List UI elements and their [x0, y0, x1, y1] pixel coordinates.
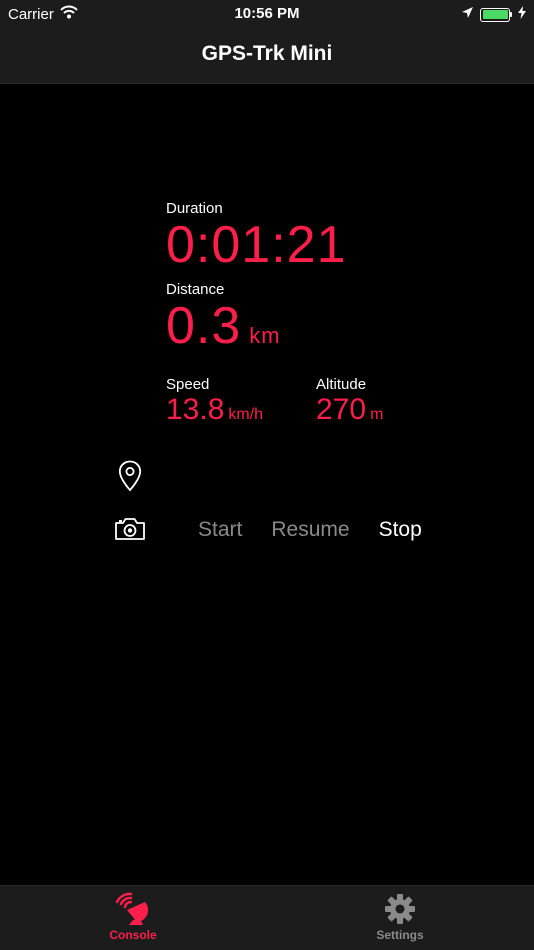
- altitude-value: 270: [316, 393, 367, 426]
- altitude-readout: 270 m: [316, 393, 466, 432]
- status-time: 10:56 PM: [234, 5, 300, 22]
- location-arrow-icon: [461, 6, 474, 23]
- battery-icon: [480, 7, 512, 22]
- altitude-block: Altitude 270 m: [316, 376, 466, 432]
- navigation-bar: GPS-Trk Mini: [0, 28, 534, 84]
- distance-label: Distance: [166, 281, 225, 298]
- resume-button[interactable]: Resume: [271, 518, 349, 542]
- start-button[interactable]: Start: [198, 518, 242, 542]
- altitude-label: Altitude: [316, 376, 367, 393]
- speed-readout: 13.8 km/h: [166, 393, 316, 432]
- distance-readout: 0.3 km: [166, 298, 466, 364]
- tab-settings-label: Settings: [376, 928, 424, 942]
- battery-fill: [482, 10, 508, 19]
- tab-console[interactable]: Console: [63, 892, 203, 942]
- console-panel: Duration 0:01:21 Distance 0.3 km Speed 13…: [166, 200, 466, 432]
- speed-label: Speed: [166, 376, 210, 393]
- duration-value: 0:01:21: [166, 216, 347, 274]
- page-title: GPS-Trk Mini: [201, 42, 333, 65]
- status-bar: Carrier 10:56 PM: [0, 0, 534, 28]
- tab-bar: Console Settings: [0, 885, 534, 950]
- distance-value: 0.3: [166, 297, 242, 355]
- battery-body: [480, 7, 510, 22]
- camera-icon[interactable]: [114, 517, 146, 546]
- battery-tip: [510, 12, 512, 17]
- satellite-dish-icon: [115, 892, 149, 925]
- speed-unit: km/h: [228, 406, 264, 423]
- speed-value: 13.8: [166, 393, 225, 426]
- map-pin-icon[interactable]: [118, 460, 142, 497]
- status-right: [461, 6, 526, 23]
- stop-button[interactable]: Stop: [379, 518, 422, 542]
- tracking-controls: Start Resume Stop: [198, 518, 422, 542]
- distance-unit: km: [249, 323, 281, 348]
- duration-label: Duration: [166, 200, 223, 217]
- tab-console-label: Console: [109, 928, 157, 942]
- speed-altitude-row: Speed 13.8 km/h Altitude 270 m: [166, 376, 466, 432]
- speed-block: Speed 13.8 km/h: [166, 376, 316, 432]
- tab-settings[interactable]: Settings: [330, 892, 470, 942]
- gear-icon: [385, 894, 415, 924]
- charging-bolt-icon: [518, 6, 526, 23]
- altitude-unit: m: [370, 406, 384, 423]
